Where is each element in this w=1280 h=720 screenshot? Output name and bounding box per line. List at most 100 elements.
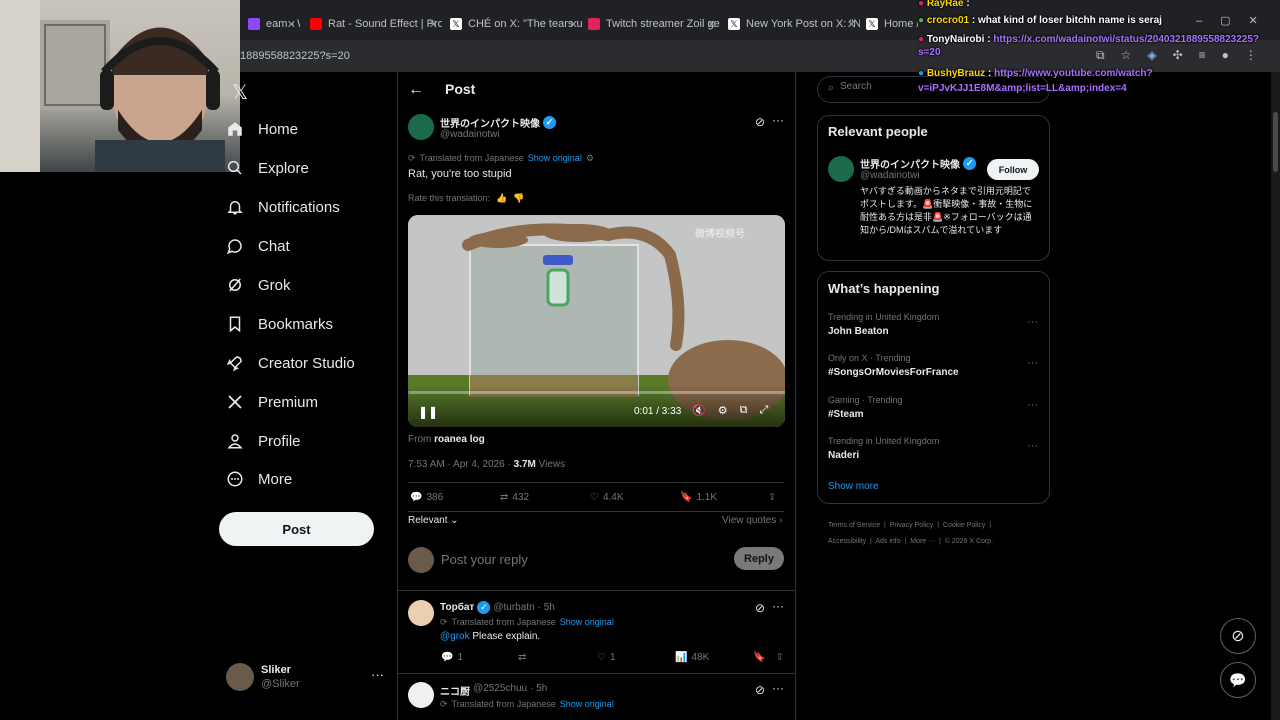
share-icon[interactable]: ⇪: [775, 652, 783, 663]
bookmark-action[interactable]: 🔖 1.1K: [680, 492, 717, 503]
thumbs-up-icon[interactable]: 👍: [496, 193, 507, 204]
author-name-row[interactable]: 世界のインパクト映像 ✓: [440, 115, 556, 130]
sidebar-item-grok[interactable]: Grok: [226, 272, 291, 298]
sidebar-item-bookmarks[interactable]: Bookmarks: [226, 311, 333, 337]
reply-avatar[interactable]: [408, 682, 434, 708]
sidebar-item-explore[interactable]: Explore: [226, 155, 309, 181]
url-text[interactable]: 1889558823225?s=20: [240, 44, 350, 68]
sidebar-item-notifications[interactable]: Notifications: [226, 194, 340, 220]
footer-link[interactable]: Privacy Policy: [890, 522, 934, 529]
more-dots-icon[interactable]: ···: [1027, 357, 1038, 369]
show-original-link[interactable]: Show original: [560, 617, 614, 628]
close-tab-icon[interactable]: ✕: [429, 18, 438, 31]
bookmark-icon[interactable]: 🔖: [753, 652, 765, 663]
sidebar-item-creator-studio[interactable]: Creator Studio: [226, 350, 355, 376]
grok-icon[interactable]: ⊘: [755, 683, 765, 697]
trend-item[interactable]: Gaming · Trending #Steam ···: [828, 395, 1038, 420]
grok-icon[interactable]: ⊘: [755, 115, 765, 129]
person-handle[interactable]: @wadainotwi: [860, 170, 920, 181]
gear-icon[interactable]: ⚙: [586, 153, 594, 164]
browser-tab[interactable]: 𝕏 Home / X: [858, 8, 918, 40]
like-action[interactable]: ♡ 1: [597, 652, 616, 663]
author-handle[interactable]: @wadainotwi: [440, 129, 500, 140]
settings-icon[interactable]: ⚙: [718, 404, 728, 417]
grok-icon[interactable]: ⊘: [755, 601, 765, 615]
video-player[interactable]: 微博视频号 ❚❚ 0:01 / 3:33 🔇 ⚙ ⧉ ⤢: [408, 215, 785, 427]
close-tab-icon[interactable]: ✕: [287, 18, 296, 31]
person-name[interactable]: 世界のインパクト映像: [860, 156, 960, 171]
reply-action[interactable]: 💬 386: [410, 492, 443, 503]
views-action[interactable]: 📊 48K: [675, 652, 709, 663]
show-original-link[interactable]: Show original: [528, 153, 582, 164]
trend-item[interactable]: Only on X · Trending #SongsOrMoviesForFra…: [828, 353, 1038, 378]
sidebar-item-more[interactable]: More: [226, 466, 292, 492]
more-dots-icon[interactable]: ···: [1027, 440, 1038, 452]
reply-input[interactable]: [441, 548, 721, 570]
footer-link[interactable]: More ···: [910, 538, 935, 545]
repost-action[interactable]: ⇄ 432: [500, 492, 529, 503]
browser-tab[interactable]: eam - Wat✕: [240, 8, 300, 40]
share-action[interactable]: ⇪: [768, 492, 776, 503]
view-quotes-link[interactable]: View quotes ›: [722, 515, 782, 526]
show-more-link[interactable]: Show more: [828, 481, 879, 492]
grok-fab[interactable]: ⊘: [1220, 618, 1256, 654]
fullscreen-icon[interactable]: ⤢: [759, 404, 768, 417]
more-dots-icon[interactable]: ···: [1027, 316, 1038, 328]
thumbs-down-icon[interactable]: 👎: [513, 193, 524, 204]
x-logo-icon[interactable]: 𝕏: [232, 80, 248, 105]
close-tab-icon[interactable]: ✕: [569, 18, 578, 31]
source-link[interactable]: roanea log: [434, 434, 485, 445]
footer-link[interactable]: Ads info: [875, 538, 900, 545]
trend-item[interactable]: Trending in United Kingdom John Beaton ···: [828, 312, 1038, 337]
account-switcher[interactable]: Sliker @Sliker ···: [226, 663, 386, 693]
footer-link[interactable]: Accessibility: [828, 538, 866, 545]
reply-author-name[interactable]: Торбат: [440, 602, 474, 613]
sidebar-item-home[interactable]: Home: [226, 116, 298, 142]
back-arrow-icon[interactable]: ←: [408, 81, 424, 99]
scrollbar[interactable]: [1271, 72, 1280, 720]
pause-icon[interactable]: ❚❚: [418, 405, 438, 419]
reply-extra-actions[interactable]: 🔖 ⇪: [753, 652, 784, 663]
mute-icon[interactable]: 🔇: [692, 404, 706, 417]
window-controls[interactable]: –▢✕: [1196, 14, 1276, 27]
more-dots-icon[interactable]: ···: [772, 599, 784, 613]
sidebar-item-chat[interactable]: Chat: [226, 233, 290, 259]
reply-time[interactable]: · 5h: [538, 602, 555, 613]
scrollbar-thumb[interactable]: [1273, 112, 1278, 172]
browser-tab[interactable]: Twitch streamer Zoil gets ✕: [580, 8, 720, 40]
follow-button[interactable]: Follow: [987, 159, 1039, 180]
reply-author-name[interactable]: ニコ厨: [440, 683, 470, 698]
post-button[interactable]: Post: [219, 512, 374, 546]
author-avatar[interactable]: [408, 114, 434, 140]
like-action[interactable]: ♡ 4.4K: [590, 492, 624, 503]
repost-action[interactable]: ⇄: [518, 652, 526, 663]
person-avatar[interactable]: [828, 156, 854, 182]
more-dots-icon[interactable]: ···: [371, 667, 384, 682]
show-original-link[interactable]: Show original: [560, 699, 614, 710]
reply-button[interactable]: Reply: [734, 547, 784, 570]
more-dots-icon[interactable]: ···: [772, 681, 784, 695]
reply-avatar[interactable]: [408, 600, 434, 626]
video-progress-track[interactable]: [408, 391, 785, 394]
browser-tab[interactable]: 𝕏 CHÉ on X: "The tears und✕: [442, 8, 582, 40]
pip-icon[interactable]: ⧉: [740, 404, 748, 417]
close-tab-icon[interactable]: ✕: [847, 18, 856, 31]
trend-item[interactable]: Trending in United Kingdom Naderi ···: [828, 436, 1038, 461]
browser-tab[interactable]: Rat - Sound Effect | ProSo✕: [302, 8, 442, 40]
footer-link[interactable]: Cookie Policy: [943, 522, 985, 529]
more-dots-icon[interactable]: ···: [772, 113, 784, 127]
chat-fab[interactable]: 💬: [1220, 662, 1256, 698]
post-timestamp[interactable]: 7:53 AM · Apr 4, 2026 ·: [408, 459, 511, 470]
close-tab-icon[interactable]: ✕: [707, 18, 716, 31]
sort-dropdown[interactable]: Relevant ⌄: [408, 515, 459, 526]
sidebar-item-premium[interactable]: Premium: [226, 389, 318, 415]
video-controls[interactable]: 🔇 ⚙ ⧉ ⤢: [692, 404, 768, 417]
mention-link[interactable]: @grok: [440, 631, 470, 642]
reply-time[interactable]: · 5h: [530, 683, 547, 698]
reply-author-handle[interactable]: @2525chuu: [473, 683, 527, 698]
author-name[interactable]: 世界のインパクト映像: [440, 115, 540, 130]
more-dots-icon[interactable]: ···: [1027, 399, 1038, 411]
sidebar-item-profile[interactable]: Profile: [226, 428, 301, 454]
footer-link[interactable]: Terms of Service: [828, 522, 880, 529]
browser-tab[interactable]: 𝕏 New York Post on X: "New✕: [720, 8, 860, 40]
